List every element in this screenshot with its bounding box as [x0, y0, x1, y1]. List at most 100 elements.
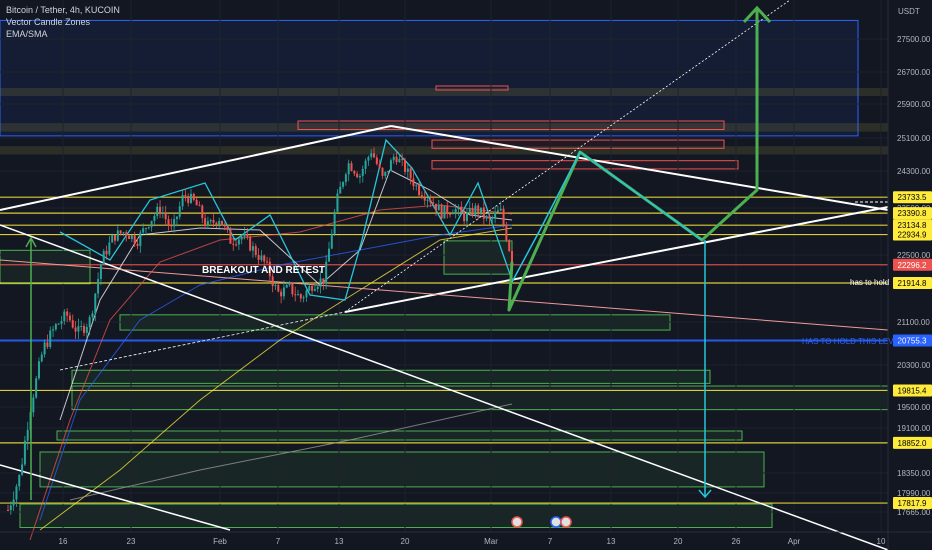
candle-body	[389, 160, 392, 171]
candle-body	[344, 174, 347, 183]
candle-body	[401, 158, 404, 160]
candle-body	[54, 324, 57, 330]
candle-body	[409, 168, 412, 179]
candle-body	[491, 217, 494, 219]
candle-body	[288, 283, 291, 286]
indicator-ema-sma[interactable]: EMA/SMA	[6, 28, 120, 40]
green-zone	[443, 240, 513, 275]
candle-body	[68, 315, 71, 321]
candle-body	[460, 206, 463, 213]
red-zone	[431, 160, 739, 170]
candle-body	[499, 208, 502, 211]
candle-body	[153, 215, 156, 221]
price-tag-label: 19815.4	[898, 386, 927, 395]
candle-body	[381, 167, 384, 176]
breakout-label: BREAKOUT AND RETEST	[202, 265, 325, 276]
time-tick-label: 10	[877, 537, 886, 546]
green-zone	[71, 369, 711, 384]
candle-body	[130, 235, 133, 240]
currency-label: USDT	[898, 7, 920, 16]
candle-body	[164, 213, 167, 220]
price-tick-label: 25100.00	[897, 134, 931, 143]
candle-body	[159, 206, 162, 214]
candle-body	[282, 287, 285, 297]
candle-body	[91, 313, 94, 318]
candle-body	[102, 250, 105, 265]
candle-body	[294, 294, 297, 296]
candle-body	[77, 326, 80, 332]
candle-body	[437, 204, 440, 211]
candle-body	[274, 285, 277, 287]
candle-body	[375, 157, 378, 164]
candle-body	[201, 205, 204, 219]
chart-area[interactable]: 27500.00 26700.00 25900.00 25100.00 24300.00…	[0, 0, 932, 550]
candle-body	[420, 195, 423, 198]
candle-body	[122, 232, 125, 234]
candle-body	[387, 170, 390, 172]
blue-supply-zone	[0, 19, 859, 137]
candle-body	[15, 486, 18, 500]
price-tag-label: 18852.0	[898, 439, 927, 448]
candle-body	[21, 464, 24, 475]
candle-body	[35, 378, 38, 398]
candle-body	[311, 285, 314, 291]
candle-body	[457, 206, 460, 210]
candle-body	[319, 278, 322, 287]
candle-body	[235, 244, 238, 246]
candle-body	[181, 195, 184, 207]
us-flag-icon	[550, 516, 562, 528]
candle-body	[477, 205, 480, 213]
time-tick-label: 13	[335, 537, 344, 546]
time-tick-label: Mar	[484, 537, 498, 546]
candle-body	[465, 212, 468, 222]
indicator-vector-zones[interactable]: Vector Candle Zones	[6, 16, 120, 28]
candle-body	[108, 242, 111, 255]
price-tick-label: 17990.00	[897, 489, 931, 498]
price-chart[interactable]: 27500.00 26700.00 25900.00 25100.00 24300.00…	[0, 0, 932, 550]
candle-body	[291, 283, 294, 295]
price-tag-label: 23390.8	[898, 209, 927, 218]
candle-body	[398, 158, 401, 163]
candle-body	[178, 206, 181, 217]
green-zone	[19, 503, 773, 528]
candle-body	[113, 234, 116, 241]
candle-body	[85, 326, 88, 333]
candle-body	[423, 197, 426, 201]
time-tick-label: 7	[548, 537, 553, 546]
candle-body	[37, 361, 40, 379]
candle-body	[392, 156, 395, 161]
candle-body	[57, 323, 60, 325]
candle-body	[49, 330, 52, 347]
price-tick-label: 26700.00	[897, 68, 931, 77]
candle-body	[418, 185, 421, 196]
candle-body	[361, 168, 364, 176]
candle-body	[353, 170, 356, 174]
price-tick-label: 21100.00	[897, 318, 930, 327]
candle-body	[299, 294, 302, 299]
candle-body	[60, 321, 63, 324]
candle-body	[446, 205, 449, 214]
candle-body	[190, 193, 193, 203]
time-tick-label: 16	[59, 537, 68, 546]
time-tick-label: Feb	[213, 537, 227, 546]
candle-body	[32, 397, 35, 413]
candle-body	[43, 342, 46, 355]
candle-body	[170, 225, 173, 227]
candle-body	[66, 311, 69, 316]
candle-body	[223, 225, 226, 227]
time-tick-label: Apr	[788, 537, 801, 546]
price-tag-label: 21914.8	[898, 279, 927, 288]
candle-body	[94, 293, 97, 314]
candle-body	[370, 153, 373, 157]
candle-body	[187, 196, 190, 203]
candle-body	[327, 248, 330, 262]
candle-body	[494, 212, 497, 218]
candle-body	[364, 160, 367, 169]
symbol-title[interactable]: Bitcoin / Tether, 4h, KUCOIN	[6, 4, 120, 16]
candle-body	[7, 509, 9, 511]
time-tick-label: 26	[732, 537, 741, 546]
candle-body	[505, 224, 508, 241]
candle-body	[322, 278, 325, 284]
candle-body	[83, 325, 86, 333]
candle-body	[40, 354, 43, 362]
